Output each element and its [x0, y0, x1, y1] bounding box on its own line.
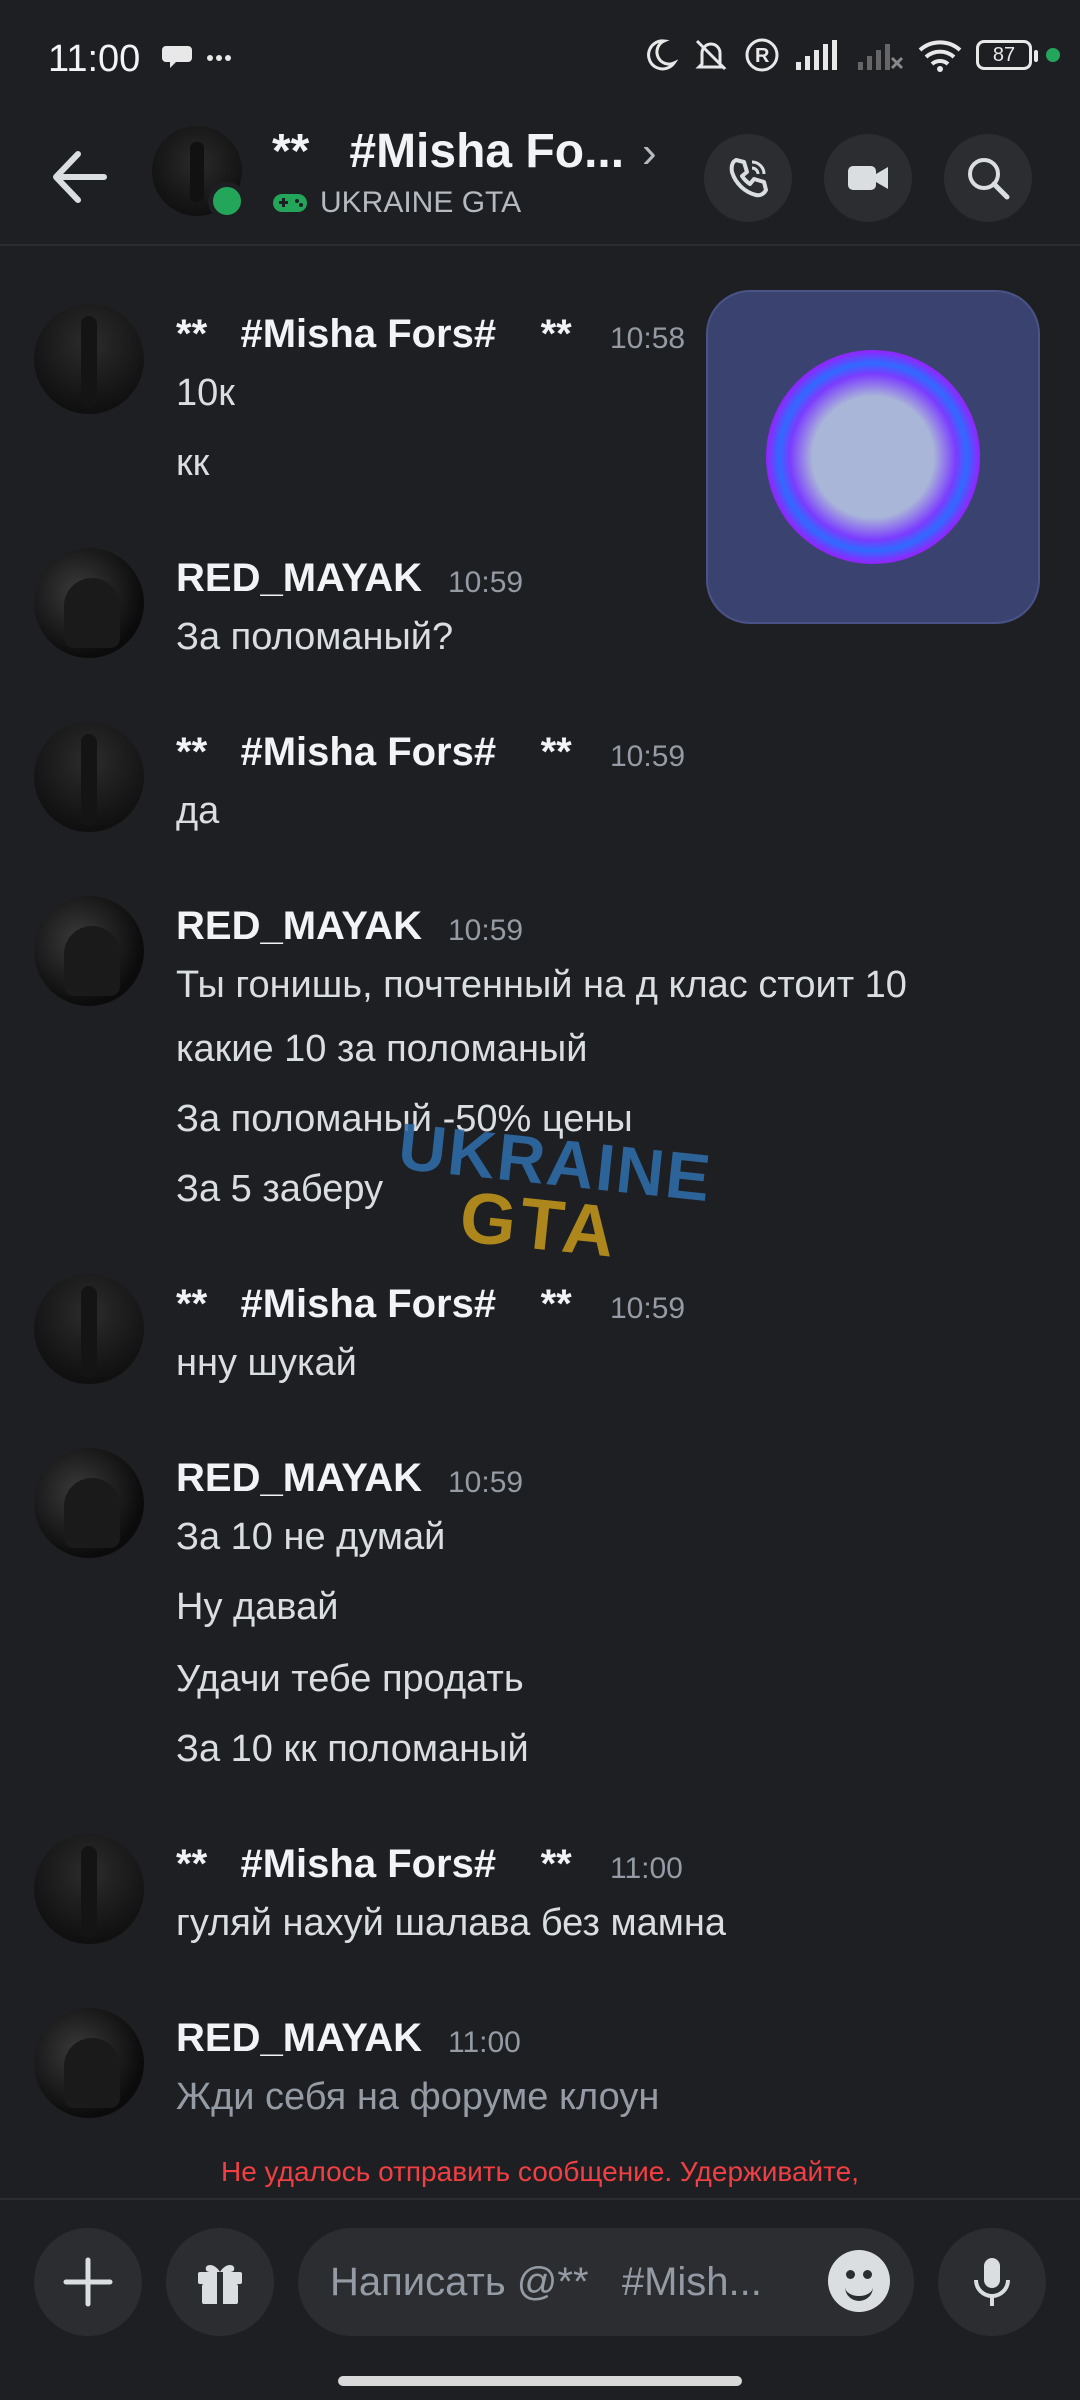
message-text[interactable]: 10к [176, 372, 235, 415]
registered-icon: R [745, 38, 779, 72]
message-input-placeholder: Написать @** #Mish... [330, 2260, 762, 2304]
profile-embed-card[interactable] [706, 290, 1040, 624]
message-text[interactable]: кк [176, 442, 209, 485]
timestamp: 10:59 [448, 1466, 524, 1499]
embed-image [766, 350, 980, 564]
status-left-icons [162, 42, 232, 77]
back-arrow-icon[interactable] [44, 142, 114, 212]
svg-text:R: R [755, 45, 770, 67]
page-title[interactable]: ** #Misha Fo... [272, 124, 624, 179]
video-camera-icon [848, 166, 888, 190]
moon-icon [647, 39, 678, 71]
activity-name: UKRAINE GTA [320, 186, 522, 219]
call-button[interactable] [704, 134, 792, 222]
avatar[interactable] [34, 304, 144, 414]
voice-message-button[interactable] [938, 2228, 1046, 2336]
message-text[interactable]: какие 10 за поломаный [176, 1028, 587, 1071]
plus-icon [63, 2257, 113, 2307]
activity-status: UKRAINE GTA [272, 186, 521, 220]
message-text[interactable]: Ты гонишь, почтенный на д клас стоит 10 [176, 964, 907, 1007]
timestamp: 11:00 [610, 1852, 683, 1885]
message-text[interactable]: нну шукай [176, 1342, 357, 1385]
author-name[interactable]: ** #Misha Fors# ** [176, 730, 572, 775]
privacy-dot-icon [1046, 48, 1060, 62]
message-text[interactable]: За поломаный? [176, 616, 453, 659]
author-name[interactable]: RED_MAYAK [176, 904, 422, 949]
author-name[interactable]: ** #Misha Fors# ** [176, 1842, 572, 1887]
gift-button[interactable] [166, 2228, 274, 2336]
search-icon [968, 158, 1010, 200]
avatar[interactable] [34, 1448, 144, 1558]
chat-bubble-icon [162, 46, 231, 68]
message-composer: Написать @** #Mish... [0, 2198, 1080, 2340]
gift-icon [198, 2265, 242, 2304]
message-text[interactable]: Ну давай [176, 1586, 338, 1629]
timestamp: 11:00 [448, 2026, 521, 2059]
timestamp: 10:58 [610, 322, 686, 355]
online-status-indicator [208, 182, 246, 220]
chevron-right-icon[interactable]: › [642, 128, 657, 178]
gamepad-icon [273, 194, 307, 212]
add-attachment-button[interactable] [34, 2228, 142, 2336]
author-name[interactable]: RED_MAYAK [176, 1456, 422, 1501]
bell-muted-icon [695, 39, 727, 71]
watermark-logo: UKRAINE GTA [395, 1109, 716, 1274]
send-error-text[interactable]: Не удалось отправить сообщение. Удержива… [0, 2156, 1080, 2188]
wifi-icon [918, 40, 962, 72]
signal-icon [796, 40, 837, 70]
avatar[interactable] [34, 896, 144, 1006]
microphone-icon [974, 2258, 1010, 2306]
message-text[interactable]: да [176, 790, 219, 833]
video-call-button[interactable] [824, 134, 912, 222]
status-bar: 11:00 R 87 [0, 0, 1080, 120]
chat-header: ** #Misha Fo... › UKRAINE GTA [0, 120, 1080, 246]
message-text[interactable]: За 10 не думай [176, 1516, 445, 1559]
message-text[interactable]: За 5 заберу [176, 1168, 383, 1211]
avatar[interactable] [34, 548, 144, 658]
status-time: 11:00 [48, 38, 141, 80]
message-text[interactable]: Жди себя на форуме клоун [176, 2076, 659, 2119]
author-name[interactable]: RED_MAYAK [176, 556, 422, 601]
timestamp: 10:59 [610, 740, 686, 773]
timestamp: 10:59 [610, 1292, 686, 1325]
avatar[interactable] [34, 1834, 144, 1944]
message-text[interactable]: За 10 кк поломаный [176, 1728, 529, 1771]
emoji-icon[interactable] [828, 2250, 890, 2312]
message-text[interactable]: Удачи тебе продать [176, 1658, 524, 1701]
avatar[interactable] [34, 722, 144, 832]
timestamp: 10:59 [448, 566, 524, 599]
timestamp: 10:59 [448, 914, 524, 947]
home-indicator[interactable] [338, 2376, 742, 2386]
watermark-line-2: GTA [456, 1176, 623, 1274]
battery-icon: 87 [976, 40, 1038, 70]
author-name[interactable]: ** #Misha Fors# ** [176, 1282, 572, 1327]
message-text[interactable]: гуляй нахуй шалава без мамна [176, 1902, 726, 1945]
message-input[interactable]: Написать @** #Mish... [298, 2228, 914, 2336]
author-name[interactable]: ** #Misha Fors# ** [176, 312, 572, 357]
author-name[interactable]: RED_MAYAK [176, 2016, 422, 2061]
avatar[interactable] [34, 1274, 144, 1384]
avatar[interactable] [34, 2008, 144, 2118]
search-button[interactable] [944, 134, 1032, 222]
phone-icon [729, 158, 768, 198]
signal-weak-icon [858, 44, 904, 70]
